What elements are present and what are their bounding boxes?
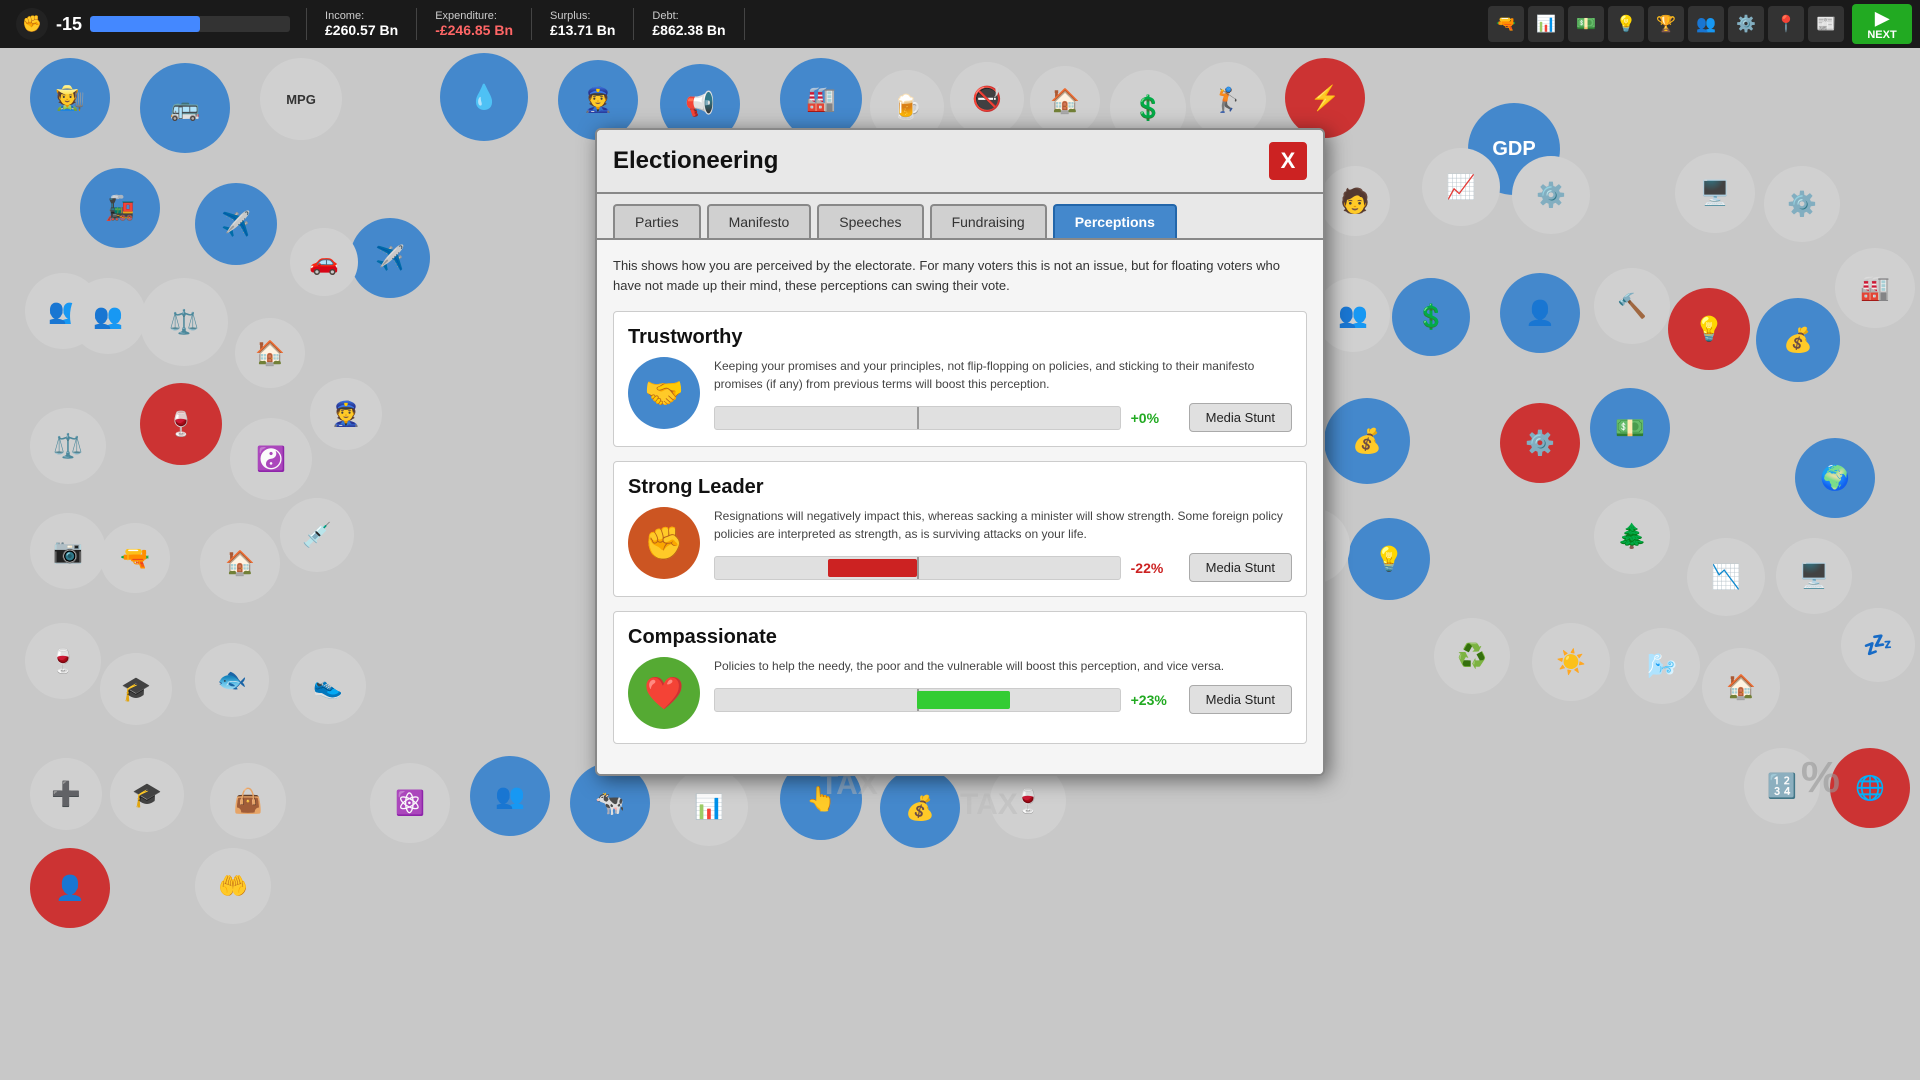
tab-perceptions[interactable]: Perceptions bbox=[1053, 204, 1177, 238]
tab-fundraising[interactable]: Fundraising bbox=[930, 204, 1047, 238]
trustworthy-bar-center bbox=[917, 407, 919, 429]
people-icon-btn[interactable]: 👥 bbox=[1688, 6, 1724, 42]
trustworthy-media-stunt-btn[interactable]: Media Stunt bbox=[1189, 403, 1292, 432]
compassionate-bar-fill bbox=[917, 691, 1010, 709]
modal-header: Electioneering X bbox=[597, 130, 1323, 194]
compassionate-bar-row: +23% Media Stunt bbox=[714, 685, 1292, 714]
settings-icon-btn[interactable]: ⚙️ bbox=[1728, 6, 1764, 42]
strong-leader-bar bbox=[714, 556, 1121, 580]
modal-description: This shows how you are perceived by the … bbox=[613, 256, 1307, 295]
surplus-stat: Surplus: £13.71 Bn bbox=[532, 8, 634, 40]
debt-stat: Debt: £862.38 Bn bbox=[634, 8, 744, 40]
lightbulb-icon-btn[interactable]: 💡 bbox=[1608, 6, 1644, 42]
trophy-icon-btn[interactable]: 🏆 bbox=[1648, 6, 1684, 42]
dollar-icon-btn[interactable]: 💵 bbox=[1568, 6, 1604, 42]
modal-tabs: Parties Manifesto Speeches Fundraising P… bbox=[597, 194, 1323, 240]
approval-score: -15 bbox=[56, 14, 82, 35]
perception-strong-leader-card: Strong Leader ✊ Resignations will negati… bbox=[613, 461, 1307, 597]
news-icon-btn[interactable]: 📰 bbox=[1808, 6, 1844, 42]
close-button[interactable]: X bbox=[1269, 142, 1307, 180]
strong-leader-desc: Resignations will negatively impact this… bbox=[714, 507, 1292, 543]
modal-title: Electioneering bbox=[613, 147, 778, 175]
compassionate-media-stunt-btn[interactable]: Media Stunt bbox=[1189, 685, 1292, 714]
electioneering-modal: Electioneering X Parties Manifesto Speec… bbox=[595, 128, 1325, 776]
income-stat: Income: £260.57 Bn bbox=[307, 8, 417, 40]
strong-leader-bar-row: -22% Media Stunt bbox=[714, 553, 1292, 582]
debt-value: £862.38 Bn bbox=[652, 22, 725, 38]
chart-icon-btn[interactable]: 📊 bbox=[1528, 6, 1564, 42]
modal-body: This shows how you are perceived by the … bbox=[597, 240, 1323, 774]
strong-leader-icon: ✊ bbox=[628, 507, 700, 579]
trustworthy-desc: Keeping your promises and your principle… bbox=[714, 357, 1292, 393]
perception-trustworthy-content: 🤝 Keeping your promises and your princip… bbox=[628, 357, 1292, 432]
surplus-label: Surplus: bbox=[550, 10, 615, 22]
trustworthy-bar bbox=[714, 406, 1121, 430]
expenditure-label: Expenditure: bbox=[435, 10, 513, 22]
strong-leader-media-stunt-btn[interactable]: Media Stunt bbox=[1189, 553, 1292, 582]
approval-icon: ✊ bbox=[16, 8, 48, 40]
perception-strong-leader-content: ✊ Resignations will negatively impact th… bbox=[628, 507, 1292, 582]
strong-leader-bar-fill bbox=[828, 559, 917, 577]
compassionate-right: Policies to help the needy, the poor and… bbox=[714, 657, 1292, 714]
trustworthy-right: Keeping your promises and your principle… bbox=[714, 357, 1292, 432]
compassionate-icon: ❤️ bbox=[628, 657, 700, 729]
topbar-icons: 🔫 📊 💵 💡 🏆 👥 ⚙️ 📍 📰 ▶ NEXT bbox=[1488, 4, 1920, 44]
strong-leader-bar-center bbox=[917, 557, 919, 579]
tab-parties[interactable]: Parties bbox=[613, 204, 701, 238]
next-button[interactable]: ▶ NEXT bbox=[1852, 4, 1912, 44]
perception-trustworthy-card: Trustworthy 🤝 Keeping your promises and … bbox=[613, 311, 1307, 447]
perception-strong-leader-title: Strong Leader bbox=[628, 476, 1292, 499]
modal-overlay: Electioneering X Parties Manifesto Speec… bbox=[0, 48, 1920, 1080]
expenditure-value: -£246.85 Bn bbox=[435, 22, 513, 38]
compassionate-bar bbox=[714, 688, 1121, 712]
trustworthy-value: +0% bbox=[1131, 410, 1179, 426]
approval-section: ✊ -15 bbox=[0, 8, 307, 40]
compassionate-value: +23% bbox=[1131, 692, 1179, 708]
tab-speeches[interactable]: Speeches bbox=[817, 204, 923, 238]
surplus-value: £13.71 Bn bbox=[550, 22, 615, 38]
topbar: ✊ -15 Income: £260.57 Bn Expenditure: -£… bbox=[0, 0, 1920, 48]
map-icon-btn[interactable]: 📍 bbox=[1768, 6, 1804, 42]
trustworthy-bar-row: +0% Media Stunt bbox=[714, 403, 1292, 432]
strong-leader-value: -22% bbox=[1131, 560, 1179, 576]
strong-leader-right: Resignations will negatively impact this… bbox=[714, 507, 1292, 582]
perception-trustworthy-title: Trustworthy bbox=[628, 326, 1292, 349]
perception-compassionate-content: ❤️ Policies to help the needy, the poor … bbox=[628, 657, 1292, 729]
approval-bar-container bbox=[90, 16, 290, 32]
income-label: Income: bbox=[325, 10, 398, 22]
expenditure-stat: Expenditure: -£246.85 Bn bbox=[417, 8, 532, 40]
trustworthy-icon: 🤝 bbox=[628, 357, 700, 429]
income-value: £260.57 Bn bbox=[325, 22, 398, 38]
approval-bar-fill bbox=[90, 16, 200, 32]
tab-manifesto[interactable]: Manifesto bbox=[707, 204, 812, 238]
perception-compassionate-title: Compassionate bbox=[628, 626, 1292, 649]
gun-icon-btn[interactable]: 🔫 bbox=[1488, 6, 1524, 42]
perception-compassionate-card: Compassionate ❤️ Policies to help the ne… bbox=[613, 611, 1307, 744]
compassionate-desc: Policies to help the needy, the poor and… bbox=[714, 657, 1292, 675]
debt-label: Debt: bbox=[652, 10, 725, 22]
